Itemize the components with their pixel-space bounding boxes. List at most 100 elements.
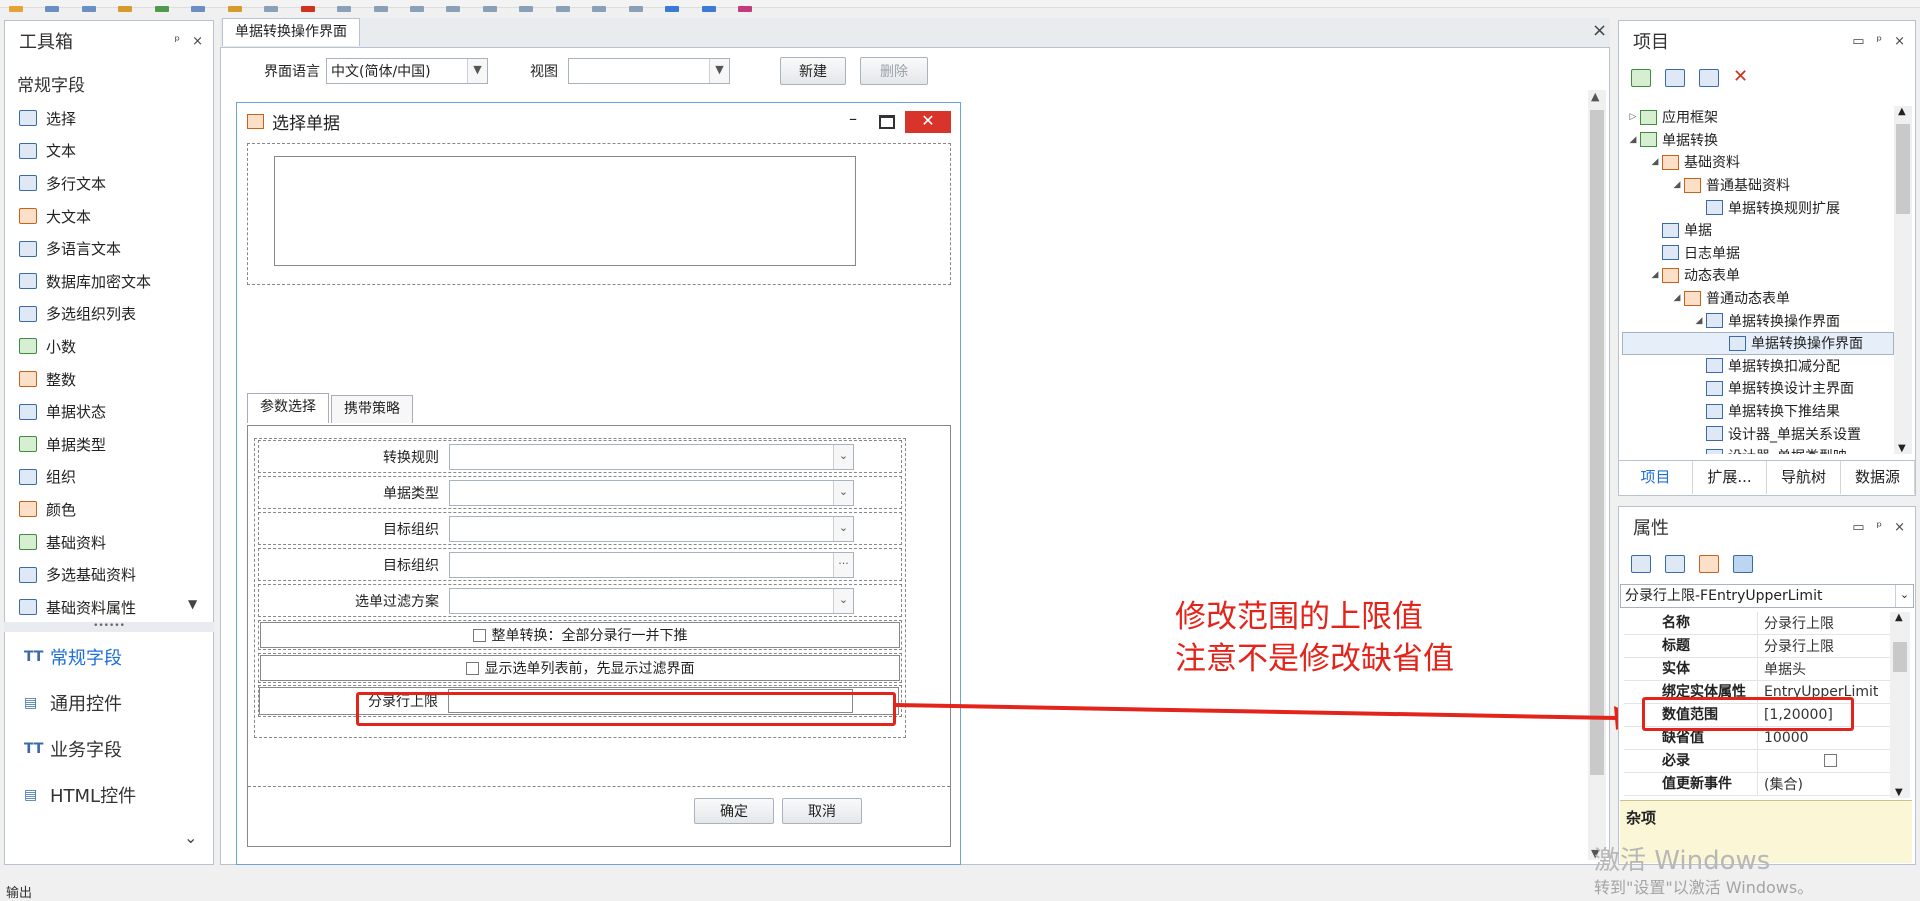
- toolbox-item[interactable]: 多行文本: [5, 167, 213, 200]
- toolbox-item[interactable]: 小数: [5, 330, 213, 363]
- scroll-up-icon[interactable]: ▲: [1898, 106, 1906, 117]
- tree-node[interactable]: ◢ 普通动态表单: [1622, 287, 1894, 310]
- folder-icon[interactable]: [118, 6, 133, 12]
- toolbox-category[interactable]: TT 常规字段: [4, 634, 214, 680]
- restore-icon[interactable]: ▭: [1852, 520, 1864, 535]
- tree-node[interactable]: 单据转换设计主界面: [1622, 377, 1894, 400]
- toolbox-item[interactable]: 基础资料属性: [5, 591, 213, 624]
- cut-icon[interactable]: [227, 6, 242, 12]
- dialog-close-button[interactable]: ✕: [905, 111, 951, 133]
- view-select[interactable]: ▼: [568, 58, 730, 84]
- designer-scrollbar[interactable]: ▲ ▼: [1588, 90, 1606, 860]
- pin-icon[interactable]: ᵖ: [1877, 520, 1883, 535]
- cancel-button[interactable]: 取消: [782, 798, 862, 824]
- property-value[interactable]: 分录行上限: [1758, 613, 1890, 633]
- tree-node[interactable]: 设计器_单据关系设置: [1622, 422, 1894, 445]
- tree-node[interactable]: ◢ 单据转换操作界面: [1622, 309, 1894, 332]
- splitter-grip[interactable]: ••••••: [4, 622, 214, 632]
- ok-button[interactable]: 确定: [694, 798, 774, 824]
- show-filter-checkbox-row[interactable]: 显示选单列表前，先显示过滤界面: [260, 655, 900, 681]
- minimize-icon[interactable]: –: [849, 109, 857, 128]
- scrollbar-thumb[interactable]: [1590, 110, 1604, 775]
- toolbox-item[interactable]: 整数: [5, 363, 213, 396]
- property-value[interactable]: [1758, 753, 1890, 769]
- property-value[interactable]: 10000: [1758, 730, 1890, 746]
- property-value[interactable]: 分录行上限: [1758, 636, 1890, 656]
- expand-icon[interactable]: ◢: [1648, 157, 1662, 167]
- properties-icon[interactable]: [1733, 555, 1753, 573]
- copy-icon[interactable]: [191, 6, 206, 12]
- tab-parameters[interactable]: 参数选择: [247, 393, 329, 423]
- property-row[interactable]: 值更新事件 (集合): [1624, 773, 1890, 796]
- checkbox[interactable]: [472, 628, 486, 642]
- toolbox-item[interactable]: 数据库加密文本: [5, 265, 213, 298]
- property-scrollbar[interactable]: ▲ ▼: [1890, 612, 1910, 798]
- refresh-icon[interactable]: [1631, 69, 1651, 87]
- align-icon[interactable]: [482, 6, 497, 12]
- expand-icon[interactable]: ▷: [1626, 112, 1640, 122]
- close-icon[interactable]: ×: [1592, 20, 1607, 41]
- toolbox-item[interactable]: 多选组织列表: [5, 298, 213, 331]
- target-org-lookup[interactable]: ···: [449, 551, 854, 578]
- ellipsis-icon[interactable]: ···: [833, 552, 853, 577]
- scroll-down-icon[interactable]: ▼: [188, 597, 197, 611]
- header-frame[interactable]: [274, 156, 856, 266]
- maximize-icon[interactable]: [879, 115, 895, 129]
- expand-icon[interactable]: ◢: [1692, 316, 1706, 326]
- layout-icon[interactable]: [701, 6, 716, 12]
- object-select[interactable]: 分录行上限-FEntryUpperLimit ⌄: [1620, 584, 1914, 608]
- scroll-down-icon[interactable]: ▼: [1895, 787, 1903, 798]
- preview-icon[interactable]: [738, 6, 753, 12]
- toolbox-item[interactable]: 大文本: [5, 200, 213, 233]
- property-row[interactable]: 必录: [1624, 750, 1890, 773]
- expand-icon[interactable]: ◢: [1626, 135, 1640, 145]
- new-button[interactable]: 新建: [780, 57, 846, 85]
- project-tab[interactable]: 数据源: [1841, 461, 1915, 494]
- events-icon[interactable]: [1699, 555, 1719, 573]
- tree-scrollbar[interactable]: ▲ ▼: [1894, 106, 1912, 454]
- align-icon[interactable]: [592, 6, 607, 12]
- scrollbar-thumb[interactable]: [1896, 124, 1910, 214]
- open-icon[interactable]: [9, 6, 23, 12]
- toolbox-item[interactable]: 单据类型: [5, 428, 213, 461]
- property-value[interactable]: 单据头: [1758, 659, 1890, 679]
- tree-node[interactable]: 单据转换操作界面: [1622, 331, 1894, 355]
- categorized-icon[interactable]: [1631, 555, 1651, 573]
- align-icon[interactable]: [446, 6, 461, 12]
- toolbox-item[interactable]: 文本: [5, 135, 213, 168]
- toolbox-item[interactable]: 基础资料: [5, 526, 213, 559]
- align-icon[interactable]: [373, 6, 388, 12]
- align-icon[interactable]: [337, 6, 352, 12]
- align-icon[interactable]: [409, 6, 424, 12]
- toolbox-item[interactable]: 组织: [5, 461, 213, 494]
- filter-scheme-select[interactable]: ⌄: [449, 587, 854, 614]
- delete-button[interactable]: 删除: [860, 57, 928, 85]
- tab-carry-strategy[interactable]: 携带策略: [331, 395, 413, 423]
- align-icon[interactable]: [628, 6, 643, 12]
- toolbox-category[interactable]: ▤ HTML控件: [4, 772, 214, 818]
- checkbox[interactable]: [465, 661, 479, 675]
- project-tab[interactable]: 项目: [1619, 461, 1693, 494]
- save-icon[interactable]: [81, 6, 96, 12]
- restore-icon[interactable]: ▭: [1852, 34, 1864, 49]
- chevron-down-icon[interactable]: ⌄: [184, 828, 197, 847]
- tree-node[interactable]: 单据转换下推结果: [1622, 400, 1894, 423]
- toolbox-category[interactable]: TT 业务字段: [4, 726, 214, 772]
- tab-document[interactable]: 单据转换操作界面: [222, 18, 360, 46]
- tree-node[interactable]: 单据转换扣减分配: [1622, 355, 1894, 378]
- close-icon[interactable]: ×: [1894, 520, 1905, 535]
- layout-icon[interactable]: [665, 6, 680, 12]
- scroll-up-icon[interactable]: ▲: [1895, 612, 1903, 623]
- toolbox-item[interactable]: 多语言文本: [5, 232, 213, 265]
- tree-node[interactable]: ◢ 普通基础资料: [1622, 174, 1894, 197]
- expand-icon[interactable]: ◢: [1670, 180, 1684, 190]
- toolbox-item[interactable]: 选择: [5, 102, 213, 135]
- delete-icon[interactable]: [300, 6, 315, 12]
- language-select[interactable]: 中文(简体/中国) ▼: [326, 58, 488, 84]
- pin-icon[interactable]: ᵖ: [175, 34, 181, 49]
- tree-node[interactable]: ◢ 基础资料: [1622, 151, 1894, 174]
- toolbox-category[interactable]: ▤ 通用控件: [4, 680, 214, 726]
- tree-node[interactable]: 日志单据: [1622, 242, 1894, 265]
- toolbox-item[interactable]: 单据状态: [5, 395, 213, 428]
- align-icon[interactable]: [555, 6, 570, 12]
